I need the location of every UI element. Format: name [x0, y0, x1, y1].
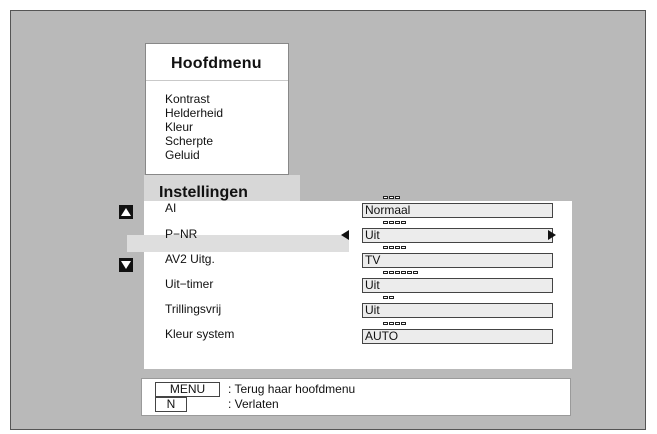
- setting-value-text: Normaal: [365, 203, 411, 217]
- triangle-down-icon: [121, 261, 131, 269]
- main-menu-item-scherpte[interactable]: Scherpte: [165, 134, 213, 148]
- main-menu-item-kleur[interactable]: Kleur: [165, 120, 193, 134]
- main-menu-title: Hoofdmenu: [171, 55, 262, 72]
- setting-value-uit-timer[interactable]: Uit: [362, 271, 553, 293]
- setting-value-av2-uitg[interactable]: TV: [362, 246, 553, 268]
- setting-value-text: TV: [365, 253, 381, 267]
- setting-label-ai[interactable]: AI: [165, 201, 176, 215]
- main-menu-item-kontrast[interactable]: Kontrast: [165, 92, 210, 106]
- selected-row-highlight: [127, 235, 349, 252]
- setting-label-p-nr[interactable]: P−NR: [165, 227, 197, 241]
- settings-title: Instellingen: [159, 184, 248, 201]
- menu-key-button[interactable]: MENU: [155, 382, 220, 397]
- main-menu-item-geluid[interactable]: Geluid: [165, 148, 200, 162]
- setting-value-kleur-system[interactable]: AUTO: [362, 322, 553, 344]
- menu-key-description: : Terug haar hoofdmenu: [228, 382, 356, 396]
- value-position-indicator: [383, 221, 406, 224]
- setting-value-text: AUTO: [365, 329, 399, 343]
- setting-value-trillingsvrij[interactable]: Uit: [362, 296, 553, 318]
- setting-label-trillingsvrij[interactable]: Trillingsvrij: [165, 302, 221, 316]
- main-menu-header: Hoofdmenu: [146, 44, 288, 81]
- tv-screen: Hoofdmenu Kontrast Helderheid Kleur Sche…: [10, 10, 646, 430]
- setting-value-ai[interactable]: Normaal: [362, 196, 553, 218]
- value-position-indicator: [383, 296, 394, 299]
- scroll-down-button[interactable]: [119, 258, 133, 272]
- footer-help: MENU : Terug haar hoofdmenu N : Verlaten: [141, 378, 571, 416]
- setting-label-av2-uitg[interactable]: AV2 Uitg.: [165, 252, 215, 266]
- main-menu-panel: Hoofdmenu Kontrast Helderheid Kleur Sche…: [145, 43, 289, 175]
- setting-value-text: Uit: [365, 303, 380, 317]
- setting-label-uit-timer[interactable]: Uit−timer: [165, 277, 213, 291]
- value-position-indicator: [383, 246, 406, 249]
- setting-value-p-nr[interactable]: Uit: [362, 221, 553, 243]
- n-key-description: : Verlaten: [228, 397, 279, 411]
- main-menu-item-helderheid[interactable]: Helderheid: [165, 106, 223, 120]
- value-position-indicator: [383, 322, 406, 325]
- setting-value-text: Uit: [365, 228, 380, 242]
- settings-tab: Instellingen: [144, 175, 300, 202]
- triangle-right-icon[interactable]: [548, 230, 556, 240]
- setting-value-text: Uit: [365, 278, 380, 292]
- setting-label-kleur-system[interactable]: Kleur system: [165, 327, 234, 341]
- scroll-up-button[interactable]: [119, 205, 133, 219]
- value-position-indicator: [383, 271, 418, 274]
- triangle-up-icon: [121, 208, 131, 216]
- triangle-left-icon[interactable]: [341, 230, 349, 240]
- value-position-indicator: [383, 196, 400, 199]
- n-key-button[interactable]: N: [155, 397, 187, 412]
